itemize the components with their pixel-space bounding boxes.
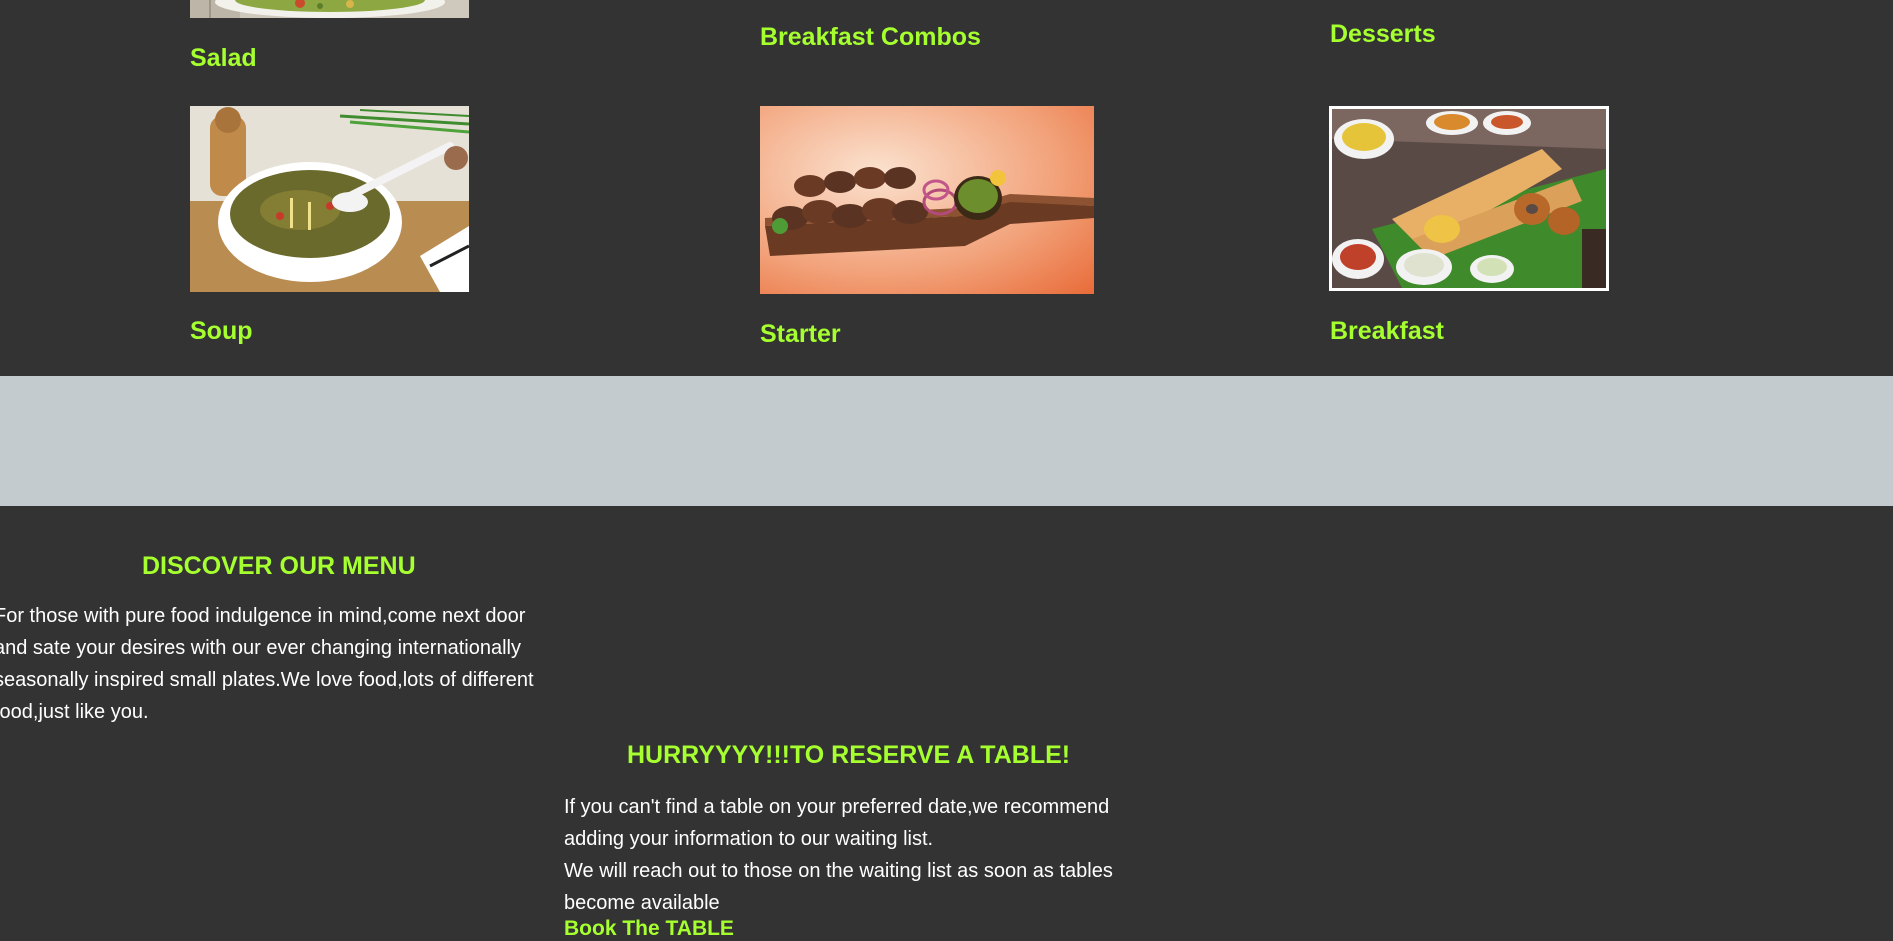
category-title-starter[interactable]: Starter xyxy=(760,320,841,349)
starter-photo xyxy=(760,106,1094,294)
breakfast-photo xyxy=(1332,109,1606,288)
starter-image xyxy=(760,106,1094,294)
salad-photo xyxy=(190,0,469,18)
book-table-link[interactable]: Book The TABLE xyxy=(564,917,734,941)
category-title-salad[interactable]: Salad xyxy=(190,44,257,73)
reserve-text-waiting-list: If you can't find a table on your prefer… xyxy=(564,796,1110,850)
category-title-breakfast[interactable]: Breakfast xyxy=(1330,317,1444,346)
divider-band xyxy=(0,376,1893,506)
category-title-desserts[interactable]: Desserts xyxy=(1330,20,1436,49)
discover-text: For those with pure food indulgence in m… xyxy=(0,605,534,723)
reserve-heading: HURRYYYY!!!TO RESERVE A TABLE! xyxy=(627,741,1071,769)
breakfast-image xyxy=(1329,106,1609,291)
soup-image xyxy=(190,106,469,292)
salad-image xyxy=(190,0,469,18)
category-title-soup[interactable]: Soup xyxy=(190,317,253,346)
soup-photo xyxy=(190,106,469,292)
reserve-text-availability: We will reach out to those on the waitin… xyxy=(564,860,1113,914)
category-title-breakfast-combos[interactable]: Breakfast Combos xyxy=(760,23,981,52)
discover-heading: DISCOVER OUR MENU xyxy=(142,552,416,580)
